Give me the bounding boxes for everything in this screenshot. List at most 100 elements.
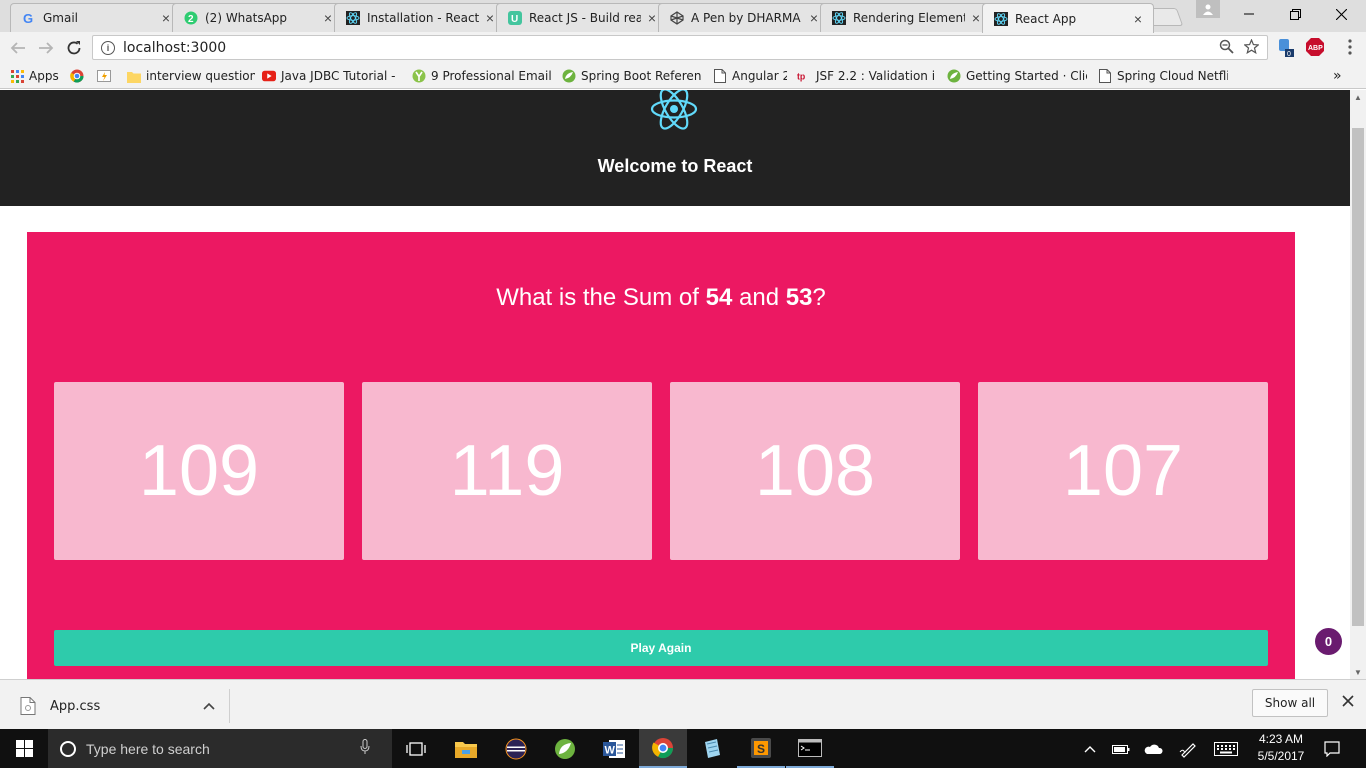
tab-whatsapp[interactable]: 2 (2) WhatsApp ×: [172, 3, 344, 32]
battery-icon[interactable]: [1110, 729, 1132, 768]
pen-workspace-icon[interactable]: [1176, 729, 1200, 768]
taskbar-search-box[interactable]: Type here to search: [48, 729, 392, 768]
svg-text:S: S: [757, 742, 765, 756]
page-scrollbar[interactable]: ▲ ▼: [1350, 90, 1366, 679]
bookmark-getting-started[interactable]: Getting Started · Clien: [947, 67, 1087, 85]
notepad-icon[interactable]: [688, 729, 736, 768]
close-tab-icon[interactable]: ×: [969, 10, 983, 26]
url-text: localhost:3000: [123, 39, 227, 56]
adblock-icon[interactable]: ABP: [1305, 37, 1325, 57]
bookmark-apps[interactable]: Apps: [10, 67, 62, 85]
svg-text:0: 0: [1287, 51, 1291, 57]
bookmark-interview-questions[interactable]: interview questions: [127, 67, 255, 85]
tab-installation-react[interactable]: Installation - React ×: [334, 3, 506, 32]
scroll-down-icon[interactable]: ▼: [1350, 665, 1366, 679]
close-tab-icon[interactable]: ×: [159, 10, 173, 26]
udemy-icon: U: [507, 10, 523, 26]
answer-option-2[interactable]: 119: [362, 382, 652, 560]
tab-codepen[interactable]: A Pen by DHARMA ×: [658, 3, 830, 32]
chevron-up-icon[interactable]: [199, 699, 219, 713]
tab-react-app[interactable]: React App ×: [982, 3, 1154, 33]
tab-title: React JS - Build rea: [529, 11, 641, 25]
close-shelf-icon[interactable]: [1338, 694, 1358, 714]
bookmarks-overflow-button[interactable]: »: [1333, 67, 1347, 85]
bookmark-angular-2[interactable]: Angular 2: [713, 67, 787, 85]
play-again-button[interactable]: Play Again: [54, 630, 1268, 666]
page-title: Welcome to React: [597, 156, 753, 176]
keyboard-icon[interactable]: [1212, 729, 1240, 768]
tab-title: React App: [1015, 11, 1077, 26]
close-tab-icon[interactable]: ×: [321, 10, 335, 26]
spring-icon: [562, 69, 576, 83]
profile-icon[interactable]: [1196, 0, 1220, 18]
star-icon[interactable]: [1243, 38, 1260, 58]
windows-start-icon[interactable]: [0, 729, 48, 768]
bookmark-java-jdbc[interactable]: Java JDBC Tutorial - P: [262, 67, 400, 85]
eclipse-icon[interactable]: [492, 729, 540, 768]
svg-text:2: 2: [188, 14, 194, 25]
floating-count-badge[interactable]: 0: [1315, 628, 1342, 655]
page-viewport: Welcome to React What is the Sum of 54 a…: [0, 90, 1350, 679]
task-view-icon[interactable]: [392, 729, 440, 768]
minimize-icon[interactable]: [1226, 0, 1272, 28]
react-icon: [345, 10, 361, 26]
taskbar-clock[interactable]: 4:23 AM 5/5/2017: [1248, 731, 1314, 765]
scroll-up-icon[interactable]: ▲: [1350, 90, 1366, 104]
answer-option-1[interactable]: 109: [54, 382, 344, 560]
show-all-button[interactable]: Show all: [1252, 689, 1328, 717]
bookmark-y-icon: [412, 69, 426, 83]
google-icon: G: [21, 10, 37, 26]
close-tab-icon[interactable]: ×: [483, 10, 497, 26]
extension-icon[interactable]: 0: [1276, 37, 1296, 57]
tab-react-js-build[interactable]: U React JS - Build rea ×: [496, 3, 668, 32]
zoom-icon[interactable]: [1219, 39, 1234, 58]
svg-text:G: G: [23, 11, 33, 25]
info-icon[interactable]: i: [101, 40, 115, 55]
bookmark-spring-boot[interactable]: Spring Boot Reference: [562, 67, 702, 85]
onedrive-icon[interactable]: [1142, 729, 1164, 768]
download-file-name: App.css: [50, 698, 101, 714]
tab-rendering-elements[interactable]: Rendering Element ×: [820, 3, 992, 32]
bookmark-flash[interactable]: [97, 67, 115, 85]
back-icon[interactable]: [6, 36, 30, 60]
file-icon: [20, 697, 36, 715]
tab-title: Installation - React: [367, 11, 479, 25]
whatsapp-icon: 2: [183, 10, 199, 26]
download-item[interactable]: App.css: [14, 689, 230, 723]
codepen-icon: [669, 10, 685, 26]
word-icon[interactable]: W: [590, 729, 638, 768]
close-tab-icon[interactable]: ×: [645, 10, 659, 26]
close-tab-icon[interactable]: ×: [1131, 11, 1145, 27]
microphone-icon[interactable]: [360, 739, 380, 758]
bookmark-spring-cloud-netflix[interactable]: Spring Cloud Netflix: [1098, 67, 1228, 85]
sublime-icon[interactable]: S: [737, 729, 785, 768]
operand-b: 53: [785, 284, 813, 311]
bookmark-chrome[interactable]: [70, 67, 88, 85]
terminal-icon[interactable]: [786, 729, 834, 768]
address-bar[interactable]: i localhost:3000: [92, 35, 1268, 60]
forward-icon[interactable]: [34, 36, 58, 60]
restore-icon[interactable]: [1272, 0, 1318, 28]
reload-icon[interactable]: [62, 36, 86, 60]
file-explorer-icon[interactable]: [442, 729, 490, 768]
svg-text:ABP: ABP: [1308, 45, 1323, 52]
quiz-panel: What is the Sum of 54 and 53? 109 119 10…: [27, 232, 1295, 679]
search-placeholder: Type here to search: [86, 740, 210, 757]
scrollbar-thumb[interactable]: [1352, 128, 1364, 626]
answer-option-4[interactable]: 107: [978, 382, 1268, 560]
chrome-taskbar-icon[interactable]: [639, 729, 687, 768]
menu-icon[interactable]: [1340, 37, 1360, 57]
bookmark-jsf-validation[interactable]: tp JSF 2.2 : Validation in: [797, 67, 935, 85]
close-window-icon[interactable]: [1318, 0, 1364, 28]
spring-tool-icon[interactable]: [541, 729, 589, 768]
tab-gmail[interactable]: G Gmail ×: [10, 3, 182, 32]
clock-time: 4:23 AM: [1258, 732, 1304, 746]
close-tab-icon[interactable]: ×: [807, 10, 821, 26]
operand-a: 54: [705, 284, 733, 311]
bookmark-professional-email[interactable]: 9 Professional Email S: [412, 67, 552, 85]
action-center-icon[interactable]: [1318, 729, 1346, 768]
browser-tab-strip: G Gmail × 2 (2) WhatsApp × Installation …: [0, 0, 1366, 33]
answer-option-3[interactable]: 108: [670, 382, 960, 560]
tray-chevron-up-icon[interactable]: [1080, 729, 1100, 768]
clock-date: 5/5/2017: [1257, 749, 1305, 763]
